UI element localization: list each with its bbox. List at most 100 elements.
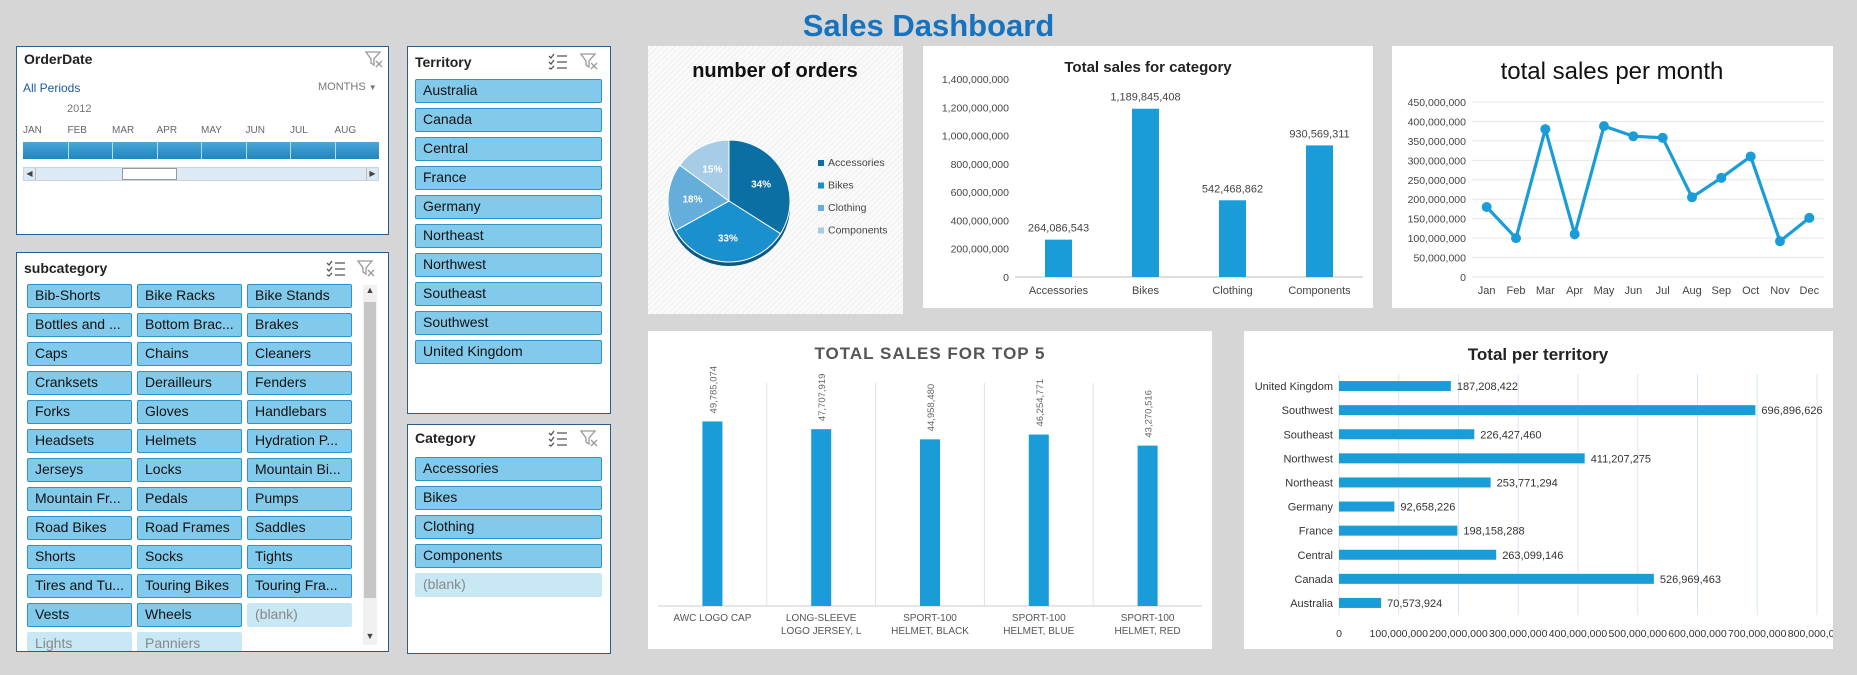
bar [1339, 429, 1475, 440]
subcategory-item[interactable]: Headsets [27, 429, 132, 453]
subcategory-item[interactable]: Mountain Bi... [247, 458, 352, 482]
subcategory-scrollbar[interactable]: ▲ ▼ [363, 285, 377, 645]
y-tick-label: 0 [1003, 272, 1009, 284]
territory-item[interactable]: France [415, 166, 602, 190]
top5-sales-card[interactable]: TOTAL SALES FOR TOP 5 49,785,074 AWC LOGO … [648, 331, 1212, 649]
bar [1045, 239, 1072, 277]
bar [1306, 145, 1333, 277]
subcategory-item[interactable]: Cleaners [247, 342, 352, 366]
y-tick-label: 450,000,000 [1408, 97, 1467, 109]
territory-item[interactable]: Northwest [415, 253, 602, 277]
category-item[interactable]: Clothing [415, 515, 602, 539]
territory-item[interactable]: Southeast [415, 282, 602, 306]
subcategory-item[interactable]: Tires and Tu... [27, 574, 132, 598]
data-label: 49,785,074 [708, 366, 719, 414]
subcategory-item[interactable]: Fenders [247, 371, 352, 395]
x-tick-label: Dec [1800, 285, 1820, 297]
x-tick-label: 800,000,000 [1788, 628, 1833, 640]
territory-item[interactable]: Southwest [415, 311, 602, 335]
chart-title: total sales per month [1501, 58, 1724, 85]
subcategory-item[interactable]: Derailleurs [137, 371, 242, 395]
timeline-scrollbar[interactable]: ◀ ▶ [23, 167, 379, 181]
scroll-down-icon[interactable]: ▼ [363, 631, 377, 645]
scroll-thumb[interactable] [122, 168, 177, 180]
month-labels: JAN FEB MAR APR MAY JUN JUL AUG [23, 125, 387, 139]
subcategory-item[interactable]: Lights [27, 632, 132, 651]
territory-item[interactable]: Central [415, 137, 602, 161]
territory-item[interactable]: Australia [415, 79, 602, 103]
subcategory-item[interactable]: Brakes [247, 313, 352, 337]
territory-slicer[interactable]: Territory Australia Canada Central France Ge… [407, 46, 611, 414]
data-label: 1,189,845,408 [1110, 92, 1180, 104]
data-point [1804, 212, 1815, 223]
category-slicer[interactable]: Category Accessories Bikes Clothing Compone… [407, 424, 611, 654]
subcategory-item[interactable]: Bottom Brac... [137, 313, 242, 337]
category-item[interactable]: Components [415, 544, 602, 568]
subcategory-item[interactable]: Helmets [137, 429, 242, 453]
subcategory-slicer[interactable]: subcategory Bib-Shorts Bike Racks Bike Sta… [16, 252, 389, 652]
subcategory-item[interactable]: Handlebars [247, 400, 352, 424]
x-tick-label: Jul [1656, 285, 1670, 297]
monthly-sales-card[interactable]: total sales per month 0 50,000,000 100,000,… [1392, 46, 1833, 308]
month-label: AUG [334, 125, 357, 136]
x-tick-label: 600,000,000 [1668, 628, 1727, 640]
scroll-up-icon[interactable]: ▲ [363, 285, 377, 299]
y-tick-label: Germany [1288, 502, 1334, 514]
territory-item[interactable]: Canada [415, 108, 602, 132]
y-tick-label: 600,000,000 [951, 187, 1010, 199]
subcategory-item[interactable]: Jerseys [27, 458, 132, 482]
territory-item[interactable]: Germany [415, 195, 602, 219]
subcategory-item[interactable]: Forks [27, 400, 132, 424]
subcategory-item[interactable]: Cranksets [27, 371, 132, 395]
subcategory-item[interactable]: Touring Fra... [247, 574, 352, 598]
period-label[interactable]: All Periods [23, 81, 80, 95]
subcategory-item[interactable]: Bottles and ... [27, 313, 132, 337]
subcategory-item[interactable]: Road Bikes [27, 516, 132, 540]
data-point [1599, 121, 1609, 132]
y-tick-label: 150,000,000 [1408, 214, 1467, 226]
scroll-right-icon[interactable]: ▶ [366, 168, 378, 180]
subcategory-item[interactable]: Mountain Fr... [27, 487, 132, 511]
subcategory-item[interactable]: Pedals [137, 487, 242, 511]
scroll-thumb[interactable] [364, 302, 376, 598]
month-divider [112, 142, 113, 159]
x-tick-label: HELMET, BLACK [891, 626, 969, 637]
bar [1339, 405, 1756, 416]
subcategory-item[interactable]: Shorts [27, 545, 132, 569]
territory-item[interactable]: Northeast [415, 224, 602, 248]
subcategory-item[interactable]: Bike Stands [247, 284, 352, 308]
subcategory-item[interactable]: Gloves [137, 400, 242, 424]
category-item-blank[interactable]: (blank) [415, 573, 602, 597]
category-item[interactable]: Accessories [415, 457, 602, 481]
territory-sales-card[interactable]: Total per territory 0 100,000,000 200,000,0… [1244, 331, 1846, 649]
subcategory-item[interactable]: Chains [137, 342, 242, 366]
subcategory-items: Bib-Shorts Bike Racks Bike Stands Bottles a… [17, 253, 388, 651]
subcategory-item[interactable]: Hydration P... [247, 429, 352, 453]
subcategory-item[interactable]: Road Frames [137, 516, 242, 540]
territory-item[interactable]: United Kingdom [415, 340, 602, 364]
bar [920, 439, 940, 606]
scroll-left-icon[interactable]: ◀ [24, 168, 36, 180]
clear-filter-icon[interactable] [364, 50, 384, 68]
subcategory-item[interactable]: Saddles [247, 516, 352, 540]
subcategory-item[interactable]: Pumps [247, 487, 352, 511]
orders-pie-card[interactable]: number of orders 34% 33% 18% 15% Accessories B… [648, 46, 903, 314]
subcategory-item[interactable]: Bike Racks [137, 284, 242, 308]
subcategory-item[interactable]: Vests [27, 603, 132, 627]
subcategory-item[interactable]: Socks [137, 545, 242, 569]
category-item[interactable]: Bikes [415, 486, 602, 510]
subcategory-item[interactable]: Touring Bikes [137, 574, 242, 598]
subcategory-item[interactable]: Caps [27, 342, 132, 366]
subcategory-item[interactable]: Wheels [137, 603, 242, 627]
subcategory-item[interactable]: Locks [137, 458, 242, 482]
subcategory-item[interactable]: Bib-Shorts [27, 284, 132, 308]
x-tick-label: SPORT-100 [1012, 613, 1066, 624]
timeline-bar[interactable] [23, 142, 379, 159]
orderdate-timeline[interactable]: OrderDate All Periods MONTHS ▼ 2012 JAN F… [16, 46, 389, 235]
subcategory-item[interactable]: Tights [247, 545, 352, 569]
category-sales-card[interactable]: Total sales for category 0 200,000,000 400,… [923, 46, 1373, 308]
data-label: 264,086,543 [1028, 223, 1089, 235]
subcategory-item-blank[interactable]: (blank) [247, 603, 352, 627]
subcategory-item[interactable]: Panniers [137, 632, 242, 651]
period-unit-dropdown[interactable]: MONTHS ▼ [318, 81, 377, 93]
